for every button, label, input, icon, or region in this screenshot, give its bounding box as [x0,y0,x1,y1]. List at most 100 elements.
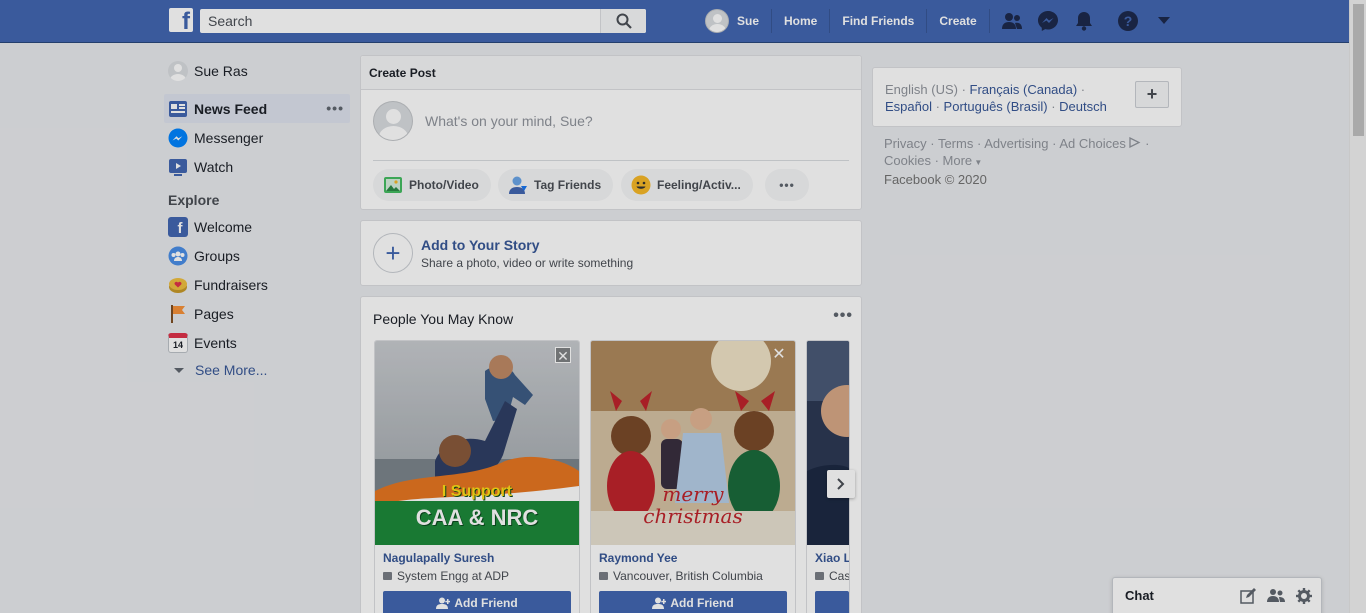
footer-link-more[interactable]: More [943,153,973,168]
search-input[interactable] [200,9,600,33]
facebook-logo[interactable]: f [169,8,193,34]
friend-requests-icon[interactable] [996,8,1028,34]
search-button[interactable] [600,9,646,33]
user-avatar[interactable] [705,9,729,33]
watch-icon [168,157,188,177]
sidebar-item-label: News Feed [194,100,268,117]
more-actions-button[interactable]: ••• [765,169,809,201]
close-icon[interactable]: ✕ [771,347,787,363]
news-feed-icon [168,99,188,119]
search-icon [616,13,632,29]
sidebar-item-news-feed[interactable]: News Feed ••• [164,94,350,123]
messenger-icon[interactable] [1032,8,1064,34]
sidebar-item-watch[interactable]: Watch [164,152,350,181]
pymk-title: People You May Know [373,311,514,327]
next-arrow-button[interactable] [827,470,855,498]
copyright: Facebook © 2020 [884,172,987,187]
more-options-icon[interactable]: ••• [833,307,853,325]
chat-settings-icon[interactable] [1295,587,1313,605]
people-you-may-know-card: People You May Know ••• I Support CAA & … [360,296,862,613]
footer-link-advertising[interactable]: Advertising [984,136,1048,151]
page-scrollbar[interactable] [1349,0,1366,613]
language-card: English (US) · Français (Canada) · Españ… [872,67,1182,127]
groups-icon [168,246,188,266]
sidebar-item-events[interactable]: 14 Events [164,328,350,357]
add-story-card[interactable]: + Add to Your Story Share a photo, video… [360,220,862,286]
sidebar-item-groups[interactable]: Groups [164,241,350,270]
photo-caption-line2: christmas [643,504,743,528]
language-link[interactable]: Português (Brasil) [944,99,1048,114]
language-link[interactable]: Español [885,99,932,114]
person-info-text: Vancouver, British Columbia [613,569,763,583]
footer-link-privacy[interactable]: Privacy [884,136,927,151]
create-post-card: Create Post What's on your mind, Sue? Ph… [360,55,862,210]
caret-down-icon: ▼ [972,158,983,167]
help-icon[interactable]: ? [1112,8,1144,34]
person-info: Vancouver, British Columbia [599,569,763,583]
sidebar-item-fundraisers[interactable]: Fundraisers [164,270,350,299]
add-friend-button[interactable]: Add Friend [599,591,787,613]
more-languages-button[interactable]: + [1135,81,1169,108]
chat-label: Chat [1125,588,1154,603]
footer-links: Privacy · Terms · Advertising · Ad Choic… [884,136,1150,187]
add-friend-label: Add Friend [454,596,518,610]
chat-bar[interactable]: Chat [1112,577,1322,613]
explore-heading: Explore [168,192,220,208]
tag-friends-button[interactable]: Tag Friends [498,169,614,201]
close-icon[interactable]: ✕ [555,347,571,364]
see-more-link[interactable]: See More... [164,357,350,383]
notifications-icon[interactable] [1068,8,1100,34]
briefcase-icon [815,572,824,580]
create-post-header[interactable]: Create Post [361,56,861,90]
location-icon [599,572,608,580]
language-list: English (US) · Français (Canada) · Españ… [885,82,1107,114]
more-options-icon[interactable]: ••• [326,100,344,116]
add-friend-icon [436,597,451,609]
footer-link-terms[interactable]: Terms [938,136,973,151]
new-message-icon[interactable] [1239,587,1257,605]
group-chat-icon[interactable] [1267,587,1285,605]
sidebar-profile[interactable]: Sue Ras [164,56,350,85]
ad-choices-icon [1129,136,1141,149]
profile-avatar-icon [168,60,188,81]
profile-link[interactable]: Sue [729,9,773,33]
sidebar-item-label: Watch [194,158,234,175]
top-nav: Sue Home Find Friends Create [705,9,990,33]
person-photo[interactable]: I Support CAA & NRC [375,341,579,545]
person-photo[interactable]: merry christmas [591,341,795,545]
add-friend-icon [652,597,667,609]
photo-video-button[interactable]: Photo/Video [373,169,491,201]
sidebar-item-welcome[interactable]: f Welcome [164,212,350,241]
sidebar-item-messenger[interactable]: Messenger [164,123,350,152]
person-name[interactable]: Nagulapally Suresh [383,551,494,565]
feeling-activity-button[interactable]: Feeling/Activ... [621,169,753,201]
composer-input[interactable]: What's on your mind, Sue? [425,113,593,129]
sidebar-item-pages[interactable]: Pages [164,299,350,328]
find-friends-link[interactable]: Find Friends [830,9,928,33]
person-name[interactable]: Raymond Yee [599,551,677,565]
sidebar-item-label: Pages [194,305,234,322]
scrollbar-thumb[interactable] [1353,4,1364,136]
home-link[interactable]: Home [772,9,831,33]
language-link[interactable]: Français (Canada) [970,82,1078,97]
person-photo[interactable] [807,341,849,545]
footer-link-cookies[interactable]: Cookies [884,153,931,168]
footer-link-ad-choices[interactable]: Ad Choices [1059,136,1125,151]
add-friend-button[interactable] [815,591,849,613]
create-link[interactable]: Create [927,9,990,33]
feeling-activity-label: Feeling/Activ... [657,178,741,192]
person-info: System Engg at ADP [383,569,509,583]
photo-caption-line1: merry [662,482,724,506]
story-title[interactable]: Add to Your Story [421,237,539,253]
language-current: English (US) [885,82,958,97]
composer-avatar [373,101,413,141]
account-menu-icon[interactable] [1148,8,1180,34]
chevron-right-icon [837,478,845,490]
story-subtitle: Share a photo, video or write something [421,256,634,270]
language-link[interactable]: Deutsch [1059,99,1107,114]
person-name[interactable]: Xiao L [815,551,849,565]
sidebar-item-label: Messenger [194,129,264,146]
left-sidebar: Sue Ras News Feed ••• Messenger Watch Ex… [164,56,350,383]
photo-icon [383,175,403,195]
add-friend-button[interactable]: Add Friend [383,591,571,613]
